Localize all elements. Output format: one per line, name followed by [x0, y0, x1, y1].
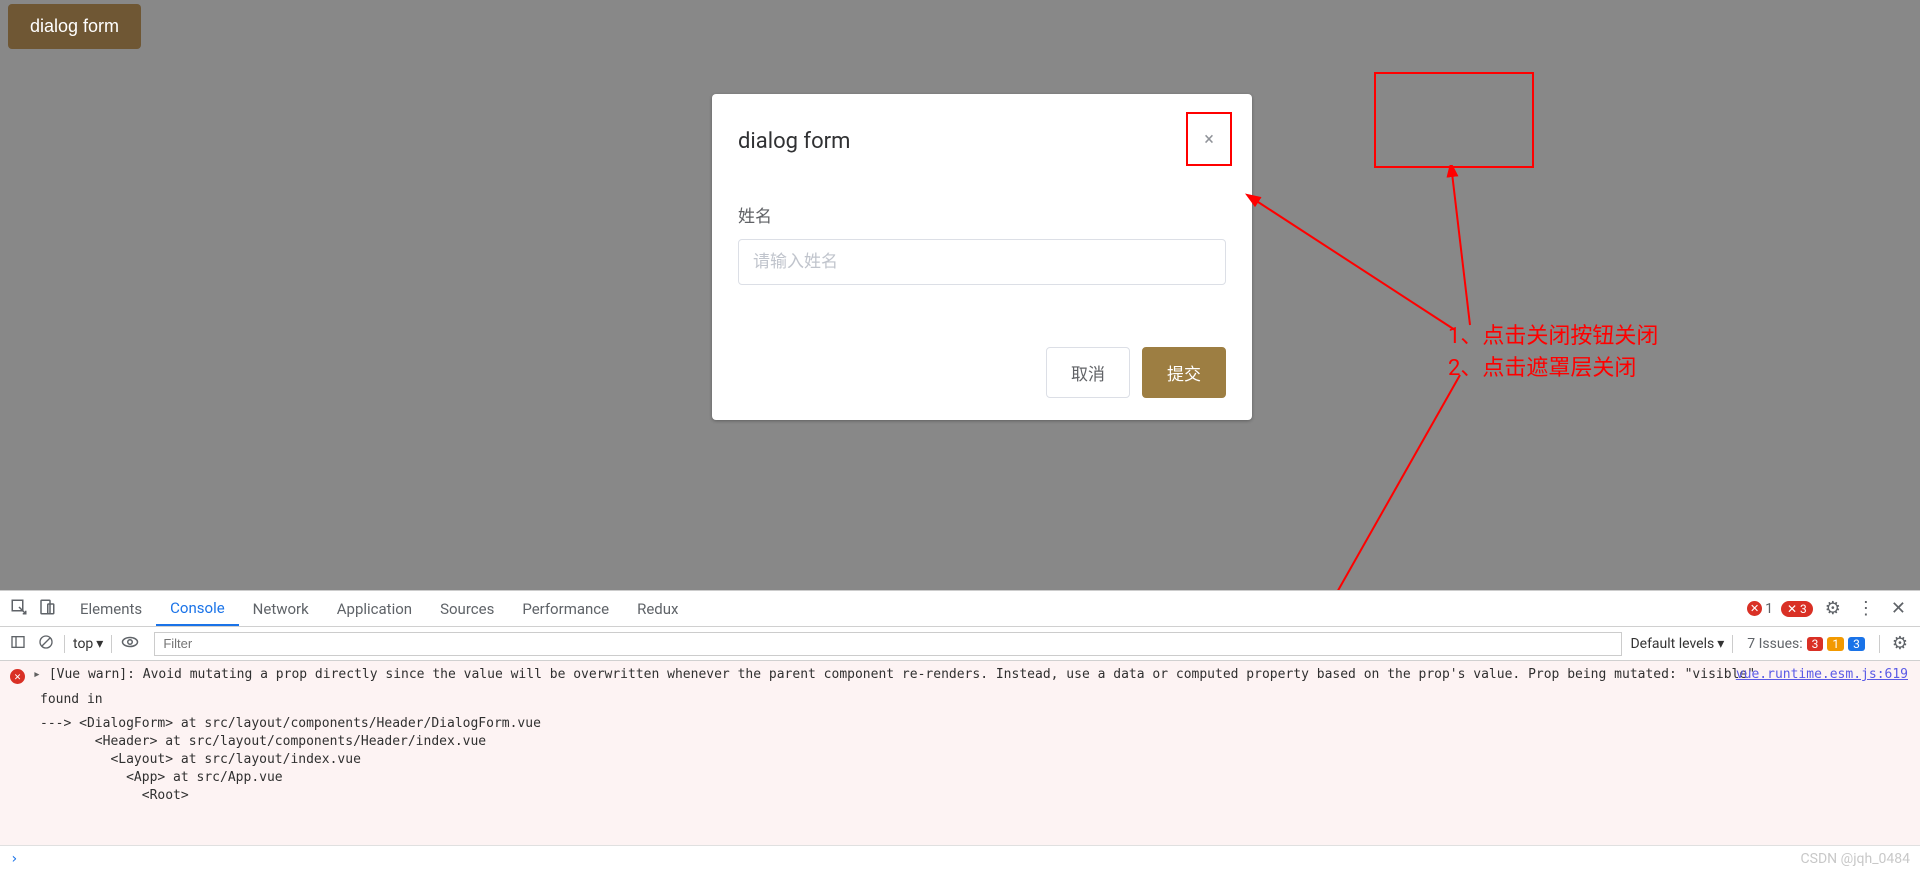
context-selector[interactable]: top ▾ — [73, 636, 103, 652]
console-prompt[interactable]: › — [0, 845, 1920, 871]
annotation-arrow-1-icon — [1245, 150, 1475, 340]
message-badge[interactable]: ✕3 — [1781, 601, 1813, 617]
issues-label: 7 Issues: — [1747, 636, 1802, 652]
dialog-title: dialog form — [738, 129, 850, 154]
tab-performance[interactable]: Performance — [508, 591, 623, 626]
dialog-footer: 取消 提交 — [712, 295, 1252, 420]
dialog: dialog form × 姓名 取消 提交 — [712, 94, 1252, 420]
prompt-chevron-icon: › — [10, 851, 18, 867]
watermark: CSDN @jqh_0484 — [1801, 851, 1910, 867]
tab-redux[interactable]: Redux — [623, 591, 692, 626]
dialog-body: 姓名 — [712, 166, 1252, 295]
devtools-tabbar: Elements Console Network Application Sou… — [0, 591, 1920, 627]
submit-button[interactable]: 提交 — [1142, 347, 1226, 398]
console-error-row[interactable]: ✕ ▸ [Vue warn]: Avoid mutating a prop di… — [10, 667, 1910, 684]
issues-info-badge: 3 — [1848, 637, 1865, 651]
devtools-close-icon[interactable]: ✕ — [1887, 598, 1910, 619]
device-icon[interactable] — [38, 598, 56, 620]
annotation-arrow-2-icon — [1430, 165, 1490, 335]
log-levels-selector[interactable]: Default levels ▾ — [1630, 636, 1724, 652]
app-overlay[interactable]: dialog form dialog form × 姓名 取消 提交 1、点击关… — [0, 0, 1920, 590]
inspect-icon[interactable] — [10, 598, 28, 620]
console-settings-icon[interactable]: ⚙ — [1888, 633, 1912, 654]
filter-input[interactable] — [154, 632, 1622, 656]
log-message: [Vue warn]: Avoid mutating a prop direct… — [49, 667, 1755, 682]
error-indicator-icon[interactable]: ✕1 — [1747, 601, 1773, 617]
cancel-button[interactable]: 取消 — [1046, 347, 1130, 398]
tab-elements[interactable]: Elements — [66, 591, 156, 626]
console-output: ✕ ▸ [Vue warn]: Avoid mutating a prop di… — [0, 661, 1920, 845]
expand-icon[interactable]: ▸ — [33, 667, 41, 682]
chevron-down-icon: ▾ — [1717, 636, 1724, 652]
close-icon[interactable]: × — [1204, 129, 1214, 150]
error-icon: ✕ — [10, 669, 25, 684]
name-input[interactable] — [738, 239, 1226, 285]
annotation-line1: 1、点击关闭按钮关闭 — [1448, 321, 1658, 353]
open-dialog-button[interactable]: dialog form — [8, 4, 141, 49]
annotation-close-highlight: × — [1186, 112, 1232, 166]
component-trace: ---> <DialogForm> at src/layout/componen… — [40, 715, 1910, 805]
found-in-label: found in — [40, 692, 1910, 707]
issues-warning-badge: 1 — [1827, 637, 1844, 651]
annotation-overlay-highlight — [1374, 72, 1534, 168]
settings-icon[interactable]: ⚙ — [1821, 598, 1845, 619]
tab-sources[interactable]: Sources — [426, 591, 508, 626]
annotation-line2: 2、点击遮罩层关闭 — [1448, 353, 1658, 385]
tab-console[interactable]: Console — [156, 591, 239, 626]
source-link[interactable]: vue.runtime.esm.js:619 — [1736, 667, 1908, 682]
devtools-panel: Elements Console Network Application Sou… — [0, 590, 1920, 871]
issues-summary[interactable]: 7 Issues: 3 1 3 — [1741, 636, 1871, 652]
tab-network[interactable]: Network — [239, 591, 323, 626]
more-icon[interactable]: ⋮ — [1853, 598, 1879, 619]
error-count: 1 — [1765, 601, 1773, 617]
dialog-header: dialog form × — [712, 94, 1252, 166]
chevron-down-icon: ▾ — [96, 636, 103, 652]
message-count: 3 — [1800, 602, 1807, 616]
annotation-text: 1、点击关闭按钮关闭 2、点击遮罩层关闭 — [1448, 321, 1658, 385]
sidebar-toggle-icon[interactable] — [8, 634, 28, 654]
issues-error-badge: 3 — [1807, 637, 1824, 651]
tab-application[interactable]: Application — [323, 591, 426, 626]
name-label: 姓名 — [738, 202, 1226, 227]
console-toolbar: top ▾ Default levels ▾ 7 Issues: 3 1 3 ⚙ — [0, 627, 1920, 661]
clear-console-icon[interactable] — [36, 634, 56, 654]
live-expression-icon[interactable] — [120, 635, 140, 653]
